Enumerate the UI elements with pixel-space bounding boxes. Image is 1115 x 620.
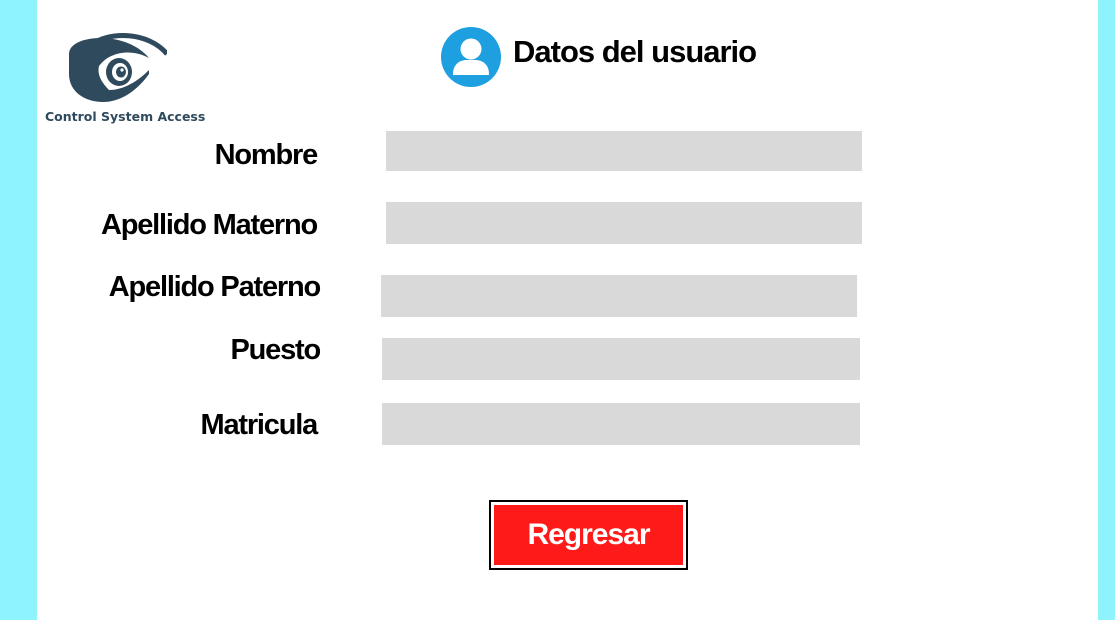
apellido-paterno-input[interactable] (381, 275, 857, 317)
nombre-label: Nombre (214, 139, 319, 171)
apellido-materno-input[interactable] (386, 202, 862, 244)
logo-text: Control System Access (45, 109, 206, 124)
regresar-button[interactable]: Regresar (489, 500, 688, 570)
main-panel: Control System Access Datos del usuario … (37, 0, 1098, 620)
page-title: Datos del usuario (513, 34, 757, 69)
app-logo: Control System Access (45, 30, 205, 128)
matricula-label: Matricula (200, 409, 318, 441)
matricula-input[interactable] (382, 403, 860, 445)
security-camera-icon (69, 33, 167, 102)
user-avatar-icon (441, 27, 501, 87)
puesto-input[interactable] (382, 338, 860, 380)
regresar-button-label: Regresar (494, 505, 683, 565)
puesto-label: Puesto (230, 334, 322, 366)
apellido-materno-label: Apellido Materno (100, 209, 318, 241)
nombre-input[interactable] (386, 131, 862, 171)
apellido-paterno-label: Apellido Paterno (108, 271, 321, 303)
